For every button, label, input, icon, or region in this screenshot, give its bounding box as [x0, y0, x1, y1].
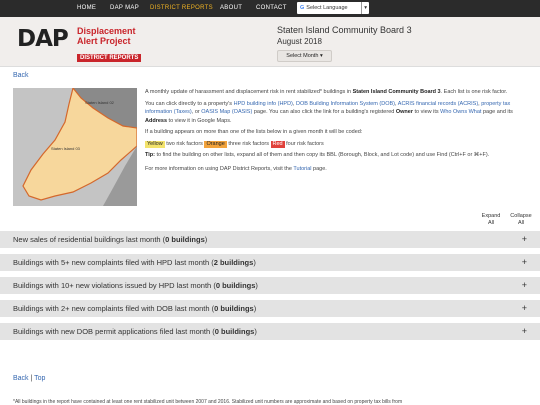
- dob-link[interactable]: DOB Building Information System (DOB): [296, 101, 395, 107]
- tutorial-paragraph: For more information on using DAP Distri…: [145, 165, 530, 174]
- section-title: Buildings with 5+ new complaints filed w…: [13, 258, 212, 267]
- coding-paragraph: If a building appears on more than one o…: [145, 129, 363, 135]
- tip-label: Tip:: [145, 152, 155, 158]
- page-header: DAP Displacement Alert Project DISTRICT …: [0, 17, 540, 67]
- expand-all-label-2: All: [487, 219, 495, 226]
- section-count: 0 buildings: [215, 281, 256, 290]
- tutorial-text: For more information on using DAP Distri…: [145, 165, 294, 172]
- links-text-3: to view its: [412, 109, 441, 115]
- links-paragraph: You can click directly to a property's H…: [145, 100, 513, 124]
- footer-back-link[interactable]: Back: [13, 375, 29, 382]
- map-label-other: Staten Island 02: [85, 100, 115, 105]
- plus-icon[interactable]: +: [522, 300, 527, 317]
- collapse-all-button[interactable]: Collapse All: [506, 213, 536, 228]
- hpd-link[interactable]: HPD building info (HPD): [234, 101, 293, 107]
- logo-line-2: Alert Project: [77, 36, 131, 46]
- chevron-down-icon: ▾: [361, 2, 369, 14]
- collapse-all-label-1: Collapse: [510, 213, 532, 219]
- tutorial-link[interactable]: Tutorial: [293, 166, 311, 172]
- red-tag: Red: [270, 140, 285, 148]
- section-dob-complaints[interactable]: Buildings with 2+ new complaints filed w…: [0, 300, 540, 317]
- orange-text: three risk factors: [226, 140, 271, 147]
- orange-tag: Orange: [204, 140, 227, 148]
- page-subtitle: August 2018: [277, 37, 322, 46]
- tip-text: to find the building on other lists, exp…: [154, 152, 490, 158]
- plus-icon[interactable]: +: [522, 231, 527, 248]
- section-title: Buildings with 2+ new complaints filed w…: [13, 304, 212, 313]
- district-map-svg: Staten Island 02 Staten Island 03: [13, 88, 137, 206]
- expand-all-button[interactable]: Expand All: [478, 213, 504, 228]
- nav-dap-map[interactable]: DAP MAP: [110, 0, 139, 17]
- plus-icon[interactable]: +: [522, 323, 527, 340]
- google-icon: G: [300, 5, 305, 11]
- section-count: 0 buildings: [165, 235, 205, 244]
- footnote: *All buildings in the report have contai…: [13, 399, 403, 405]
- expand-all-label-1: Expand: [481, 213, 501, 219]
- select-month-label: Select Month: [286, 53, 319, 59]
- yellow-text: two risk factors: [164, 140, 205, 147]
- footer-links: Back | Top: [13, 375, 45, 382]
- acris-link[interactable]: ACRIS financial records (ACRIS): [398, 101, 478, 107]
- language-select[interactable]: G Select Language ▾: [297, 2, 369, 14]
- intro-text: A monthly update of harassment and displ…: [145, 89, 353, 95]
- nav-contact[interactable]: CONTACT: [256, 0, 287, 17]
- legend-paragraph: Yellow two risk factors Orange three ris…: [145, 140, 530, 149]
- district-name: Staten Island Community Board 3: [352, 89, 441, 95]
- back-link[interactable]: Back: [13, 72, 29, 79]
- links-text-2: page. You can also click the link for a …: [252, 109, 396, 115]
- logo[interactable]: DAP: [17, 26, 69, 52]
- logo-line-3: DISTRICT REPORTS: [77, 54, 142, 62]
- section-hpd-violations[interactable]: Buildings with 10+ new violations issued…: [0, 277, 540, 294]
- section-hpd-complaints[interactable]: Buildings with 5+ new complaints filed w…: [0, 254, 540, 271]
- footer-top-link[interactable]: Top: [34, 375, 45, 382]
- links-text: You can click directly to a property's: [145, 100, 234, 107]
- oasis-link[interactable]: OASIS Map (OASIS): [201, 109, 252, 115]
- section-title: Buildings with 10+ new violations issued…: [13, 281, 214, 290]
- caret-down-icon: ▾: [319, 53, 323, 59]
- logo-text: Displacement Alert Project DISTRICT REPO…: [77, 26, 142, 64]
- nav-home[interactable]: HOME: [77, 0, 96, 17]
- top-nav: HOME DAP MAP DISTRICT REPORTS ABOUT CONT…: [0, 0, 540, 17]
- tip-paragraph: Tip: to find the building on other lists…: [145, 151, 530, 160]
- language-select-label: Select Language: [306, 5, 348, 11]
- intro-text-end: . Each list is one risk factor.: [440, 89, 508, 95]
- section-dob-permits[interactable]: Buildings with new DOB permit applicatio…: [0, 323, 540, 340]
- links-or: , or: [191, 109, 202, 115]
- map-label-main: Staten Island 03: [51, 146, 81, 151]
- nav-district-reports[interactable]: DISTRICT REPORTS: [150, 0, 213, 17]
- report-description: A monthly update of harassment and displ…: [145, 88, 530, 176]
- red-text: four risk factors: [284, 140, 324, 147]
- logo-mark: DAP: [17, 26, 69, 52]
- links-text-4: page and its: [481, 109, 513, 115]
- section-count: 0 buildings: [214, 304, 254, 313]
- yellow-tag: Yellow: [145, 140, 165, 148]
- plus-icon[interactable]: +: [522, 254, 527, 271]
- collapse-all-label-2: All: [517, 219, 525, 226]
- tutorial-text-end: page.: [311, 165, 327, 172]
- section-title: Buildings with new DOB permit applicatio…: [13, 327, 213, 336]
- section-count: 2 buildings: [213, 258, 254, 267]
- nav-about[interactable]: ABOUT: [220, 0, 242, 17]
- links-text-5: to view it in Google Maps.: [167, 117, 232, 124]
- logo-line-1: Displacement: [77, 26, 136, 36]
- who-owns-what-link[interactable]: Who Owns What: [440, 109, 481, 115]
- address-label: Address: [145, 117, 168, 124]
- intro-paragraph: A monthly update of harassment and displ…: [145, 88, 530, 97]
- owner-label: Owner: [395, 109, 413, 115]
- plus-icon[interactable]: +: [522, 277, 527, 294]
- section-count: 0 buildings: [214, 327, 255, 336]
- page-title: Staten Island Community Board 3: [277, 25, 412, 35]
- district-map[interactable]: Staten Island 02 Staten Island 03: [13, 88, 137, 206]
- section-title: New sales of residential buildings last …: [13, 235, 163, 244]
- section-new-sales[interactable]: New sales of residential buildings last …: [0, 231, 540, 248]
- select-month-button[interactable]: Select Month ▾: [277, 50, 332, 62]
